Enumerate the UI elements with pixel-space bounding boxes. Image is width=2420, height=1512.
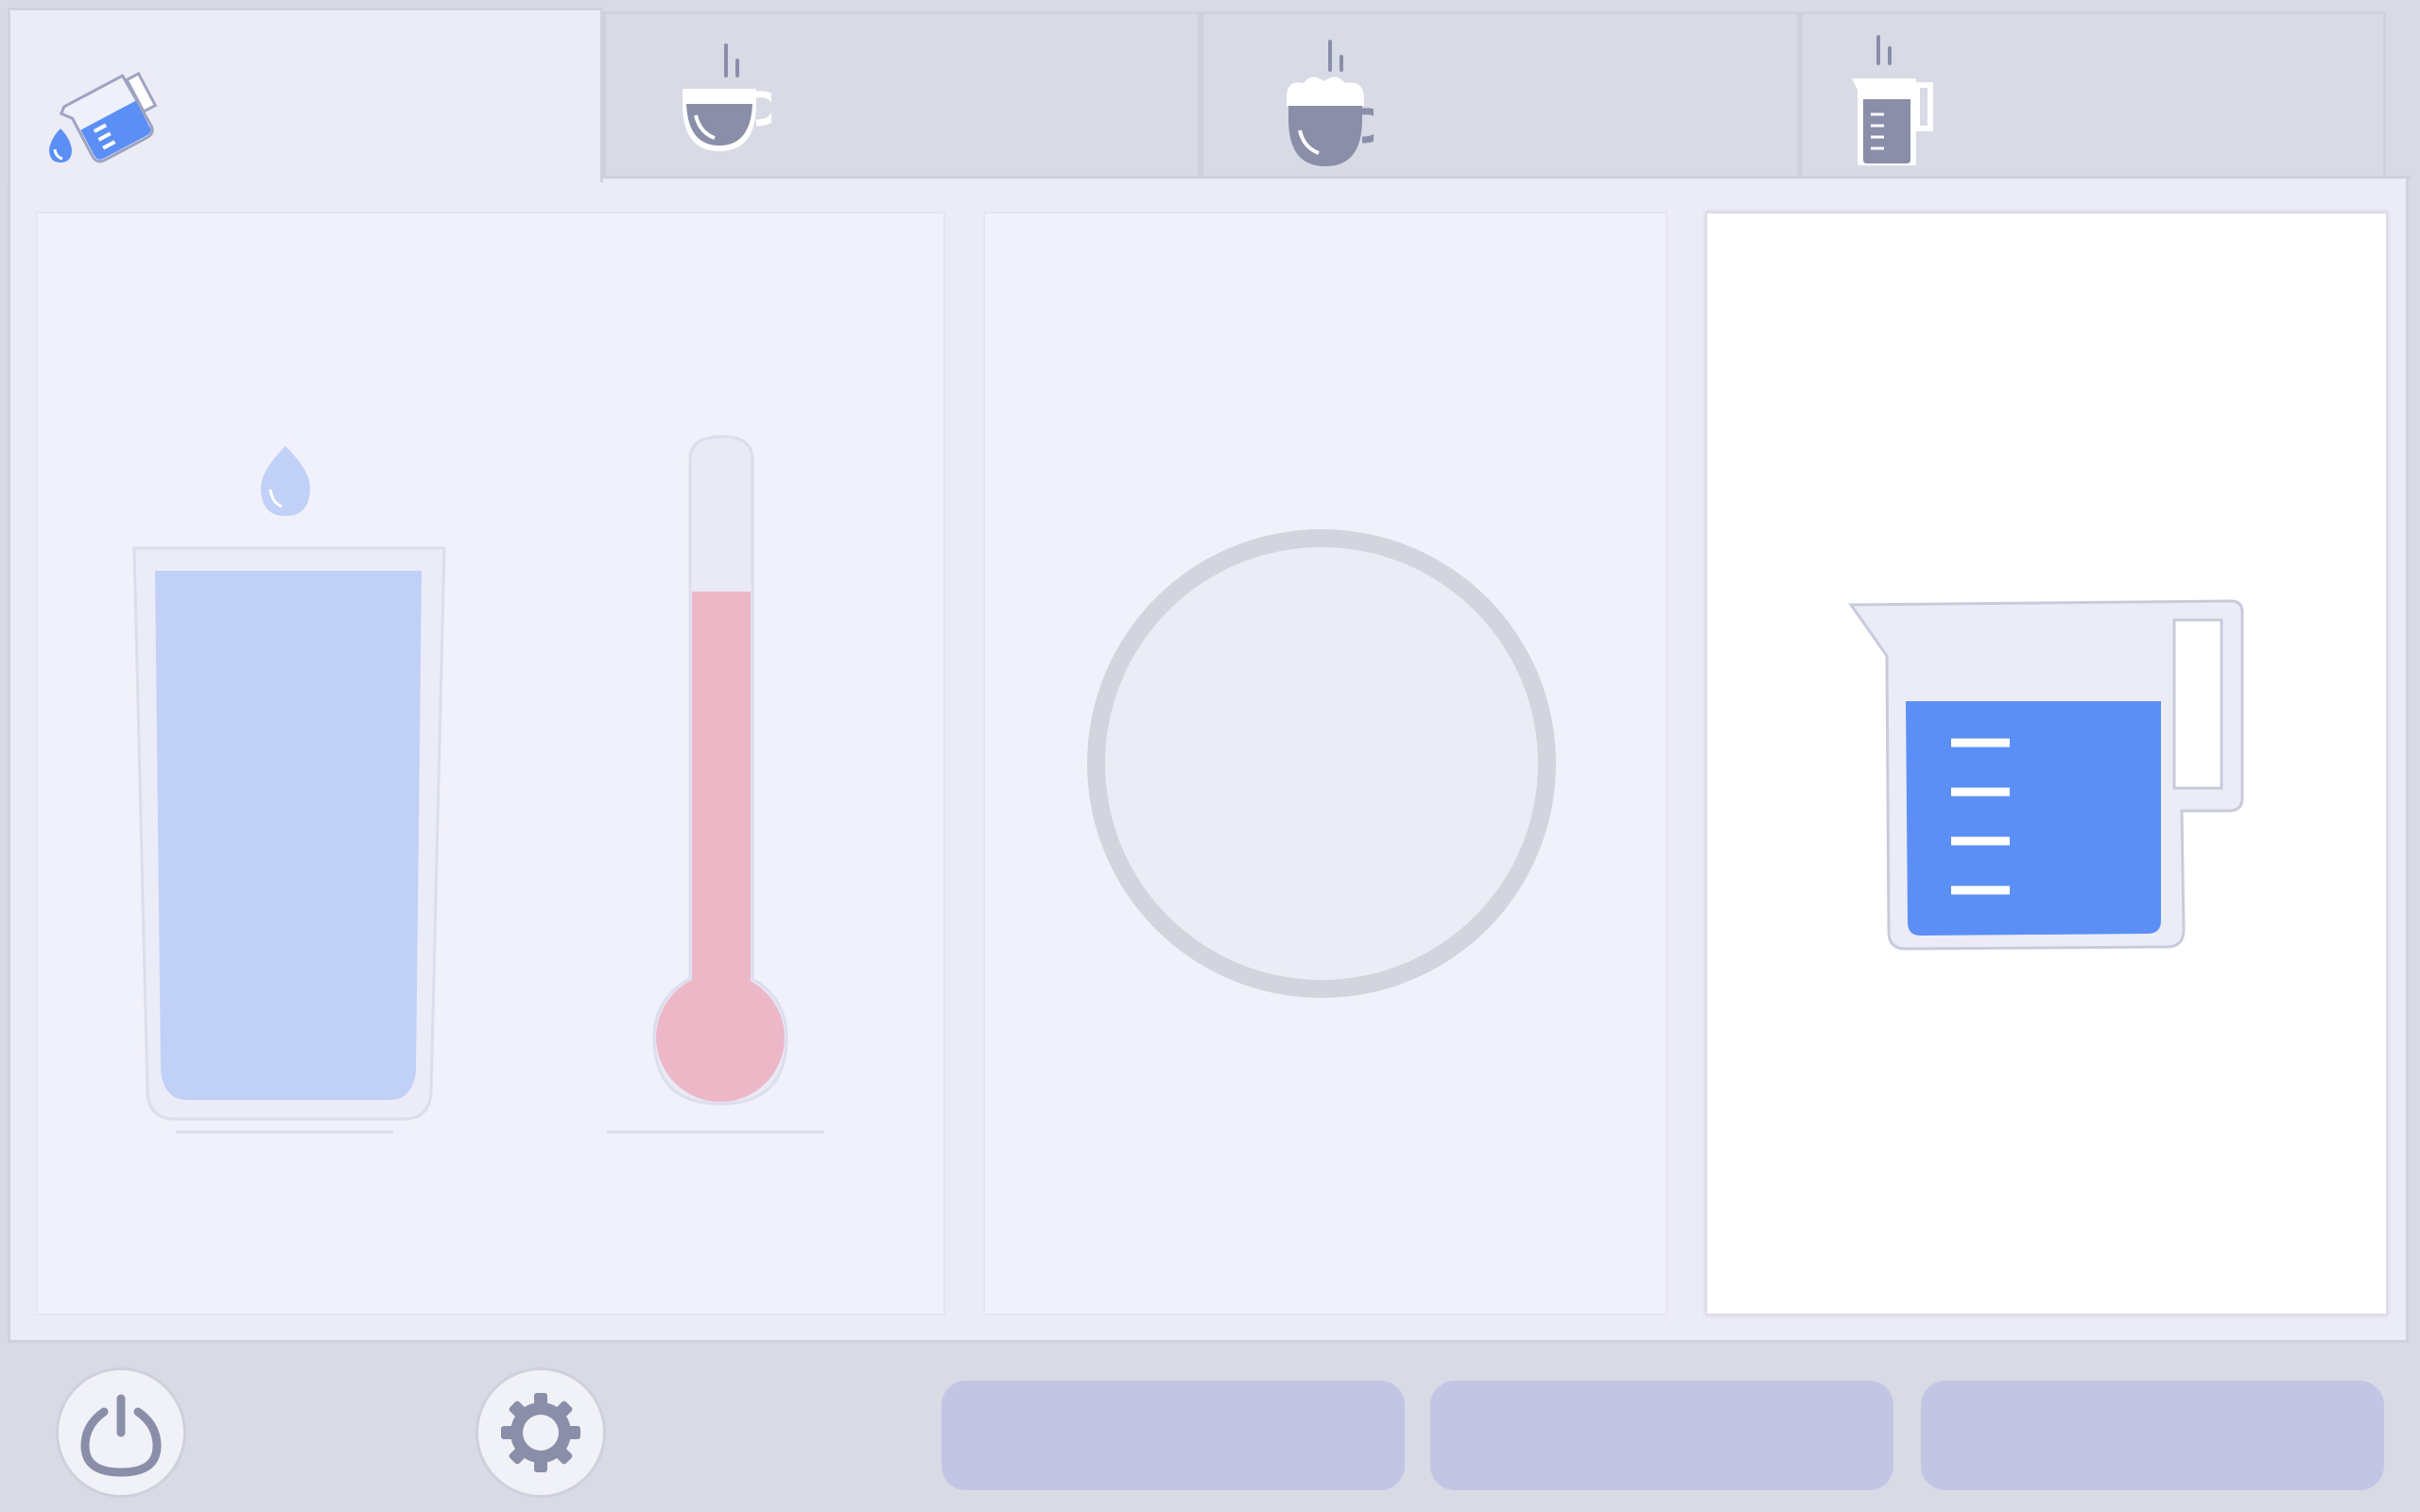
tab-cappuccino[interactable] xyxy=(1201,11,1800,178)
measuring-jug-pour-icon xyxy=(49,71,158,163)
water-drop-icon xyxy=(261,446,310,516)
action-button-2[interactable] xyxy=(1430,1381,1893,1490)
thermometer-icon xyxy=(652,435,788,1106)
tab-jug[interactable] xyxy=(1800,11,2386,178)
empty-dial-icon xyxy=(1087,529,1556,998)
tab-pour[interactable] xyxy=(8,8,603,182)
dial-panel[interactable] xyxy=(983,212,1668,1315)
cappuccino-cup-icon xyxy=(1287,40,1374,166)
gear-icon xyxy=(501,1393,580,1472)
water-glass-icon xyxy=(132,546,446,1121)
settings-button[interactable] xyxy=(475,1367,606,1498)
espresso-cup-icon xyxy=(683,43,771,151)
volume-panel[interactable] xyxy=(1705,212,2388,1315)
action-button-1[interactable] xyxy=(942,1381,1405,1490)
measuring-jug-icon xyxy=(1848,599,2244,951)
tab-espresso[interactable] xyxy=(603,11,1201,178)
power-button[interactable] xyxy=(56,1367,186,1498)
jug-icon xyxy=(1852,35,1933,165)
water-temperature-panel[interactable] xyxy=(36,212,945,1315)
action-button-3[interactable] xyxy=(1921,1381,2384,1490)
power-icon xyxy=(80,1394,162,1477)
main-frame-edge xyxy=(603,176,2411,179)
